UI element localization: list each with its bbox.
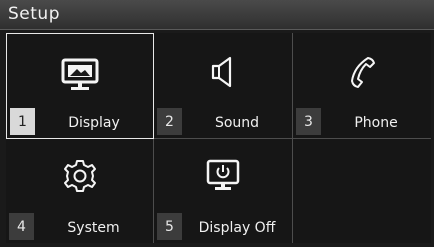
speaker-icon bbox=[211, 56, 232, 88]
sound-tile[interactable]: 2 Sound bbox=[154, 33, 293, 139]
setup-screen: Setup 1 Display 2 Sound 3 Phone 4 System… bbox=[0, 0, 434, 247]
tile-number: 4 bbox=[9, 213, 34, 240]
tile-label: Display bbox=[68, 115, 120, 131]
display-off-tile[interactable]: 5 Display Off bbox=[154, 139, 293, 243]
tile-label: System bbox=[67, 220, 120, 236]
tile-label: Phone bbox=[354, 115, 398, 131]
gear-icon bbox=[63, 160, 96, 192]
page-title: Setup bbox=[8, 4, 60, 24]
tile-number: 2 bbox=[157, 108, 182, 135]
title-bar: Setup bbox=[0, 0, 434, 30]
tile-label: Sound bbox=[214, 115, 260, 131]
tile-label: Display Off bbox=[198, 220, 276, 236]
menu-grid: 1 Display 2 Sound 3 Phone 4 System 5 Dis… bbox=[6, 33, 431, 243]
display-off-icon bbox=[206, 159, 240, 190]
tile-number: 3 bbox=[296, 108, 321, 135]
display-icon bbox=[61, 58, 99, 90]
tile-number: 1 bbox=[10, 108, 35, 135]
tile-number: 5 bbox=[157, 213, 182, 240]
phone-icon bbox=[351, 57, 375, 88]
empty-tile bbox=[293, 139, 431, 243]
display-tile[interactable]: 1 Display bbox=[6, 33, 154, 139]
system-tile[interactable]: 4 System bbox=[6, 139, 154, 243]
phone-tile[interactable]: 3 Phone bbox=[293, 33, 431, 139]
